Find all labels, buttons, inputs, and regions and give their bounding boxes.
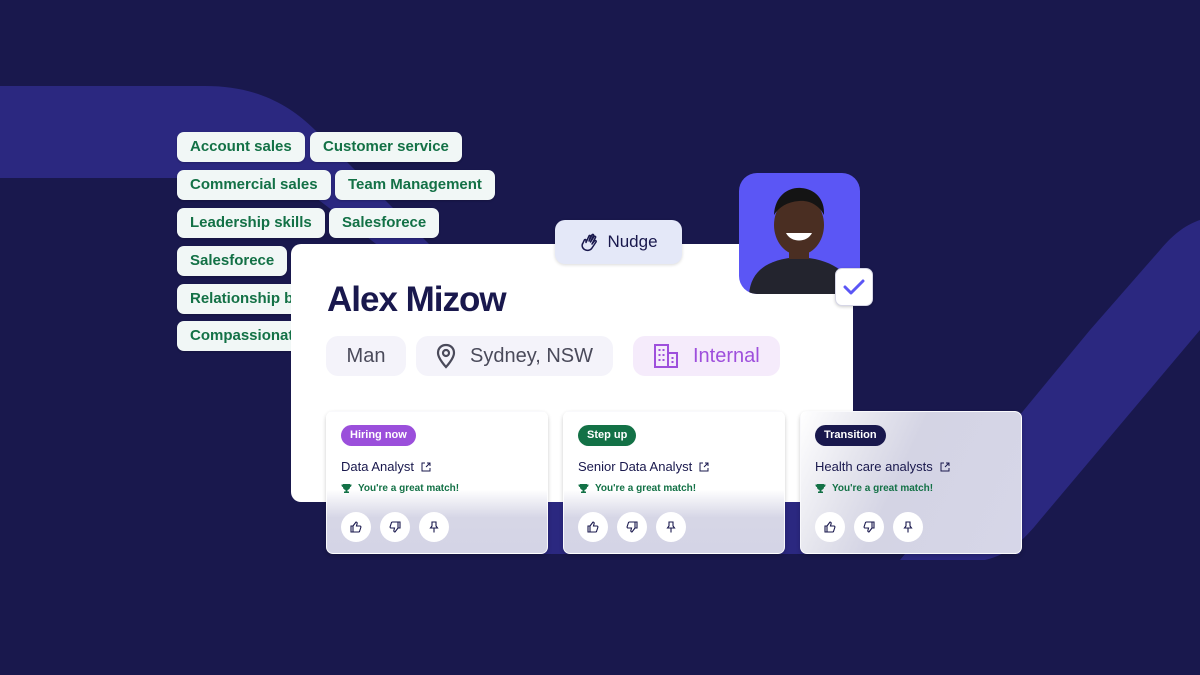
location-label: Sydney, NSW: [470, 345, 593, 367]
gender-pill: Man: [326, 336, 406, 376]
skill-chip[interactable]: Leadership skills: [177, 208, 325, 238]
skill-chip[interactable]: Salesforece: [177, 246, 288, 276]
external-link-icon[interactable]: [940, 462, 950, 472]
skill-chip[interactable]: Team Management: [335, 170, 495, 200]
thumbs-up-button[interactable]: [815, 512, 845, 542]
job-card[interactable]: Hiring now Data Analyst You're a great m…: [326, 411, 548, 554]
thumbs-down-button[interactable]: [617, 512, 647, 542]
match-text: You're a great match!: [832, 483, 934, 494]
trophy-icon: [341, 484, 352, 493]
job-actions: [341, 512, 449, 542]
job-title[interactable]: Data Analyst: [341, 459, 431, 474]
pin-button[interactable]: [893, 512, 923, 542]
thumbs-up-button[interactable]: [578, 512, 608, 542]
skill-chip[interactable]: Salesforece: [329, 208, 440, 238]
job-badge: Hiring now: [341, 425, 416, 446]
thumbs-up-icon: [587, 521, 599, 533]
skill-chip[interactable]: Relationship bu: [177, 284, 307, 314]
pin-button[interactable]: [656, 512, 686, 542]
skill-chip[interactable]: Compassionat: [177, 321, 307, 351]
job-actions: [815, 512, 923, 542]
job-card[interactable]: Transition Health care analysts You're a…: [800, 411, 1022, 554]
pin-icon: [429, 521, 439, 533]
candidate-name: Alex Mizow: [327, 280, 507, 319]
external-link-icon[interactable]: [699, 462, 709, 472]
nudge-label: Nudge: [607, 232, 658, 251]
thumbs-up-icon: [350, 521, 362, 533]
job-actions: [578, 512, 686, 542]
match-text: You're a great match!: [595, 483, 697, 494]
thumbs-up-icon: [824, 521, 836, 533]
pin-icon: [903, 521, 913, 533]
thumbs-down-icon: [863, 521, 875, 533]
thumbs-down-icon: [389, 521, 401, 533]
verified-badge: [835, 268, 873, 306]
match-indicator: You're a great match!: [578, 483, 696, 494]
job-title[interactable]: Health care analysts: [815, 459, 950, 474]
match-indicator: You're a great match!: [815, 483, 933, 494]
external-link-icon[interactable]: [421, 462, 431, 472]
job-title-text: Data Analyst: [341, 459, 414, 474]
location-pin-icon: [436, 343, 456, 369]
skill-chip[interactable]: Customer service: [310, 132, 462, 162]
checkmark-icon: [843, 279, 865, 295]
pin-icon: [666, 521, 676, 533]
gender-label: Man: [346, 345, 386, 367]
skill-chip[interactable]: Account sales: [177, 132, 305, 162]
thumbs-down-icon: [626, 521, 638, 533]
hand-wave-icon: [581, 233, 598, 252]
building-icon: [654, 344, 678, 368]
location-pill: Sydney, NSW: [416, 336, 613, 376]
job-badge: Transition: [815, 425, 886, 446]
job-title-text: Health care analysts: [815, 459, 933, 474]
employment-type-label: Internal: [693, 345, 760, 367]
job-badge: Step up: [578, 425, 637, 446]
skill-chip[interactable]: Commercial sales: [177, 170, 331, 200]
employment-type-pill: Internal: [633, 336, 780, 376]
job-title[interactable]: Senior Data Analyst: [578, 459, 709, 474]
trophy-icon: [578, 484, 589, 493]
thumbs-down-button[interactable]: [854, 512, 884, 542]
thumbs-down-button[interactable]: [380, 512, 410, 542]
pin-button[interactable]: [419, 512, 449, 542]
trophy-icon: [815, 484, 826, 493]
match-indicator: You're a great match!: [341, 483, 459, 494]
thumbs-up-button[interactable]: [341, 512, 371, 542]
nudge-button[interactable]: Nudge: [555, 220, 682, 264]
job-title-text: Senior Data Analyst: [578, 459, 693, 474]
match-text: You're a great match!: [358, 483, 460, 494]
job-card[interactable]: Step up Senior Data Analyst You're a gre…: [563, 411, 785, 554]
